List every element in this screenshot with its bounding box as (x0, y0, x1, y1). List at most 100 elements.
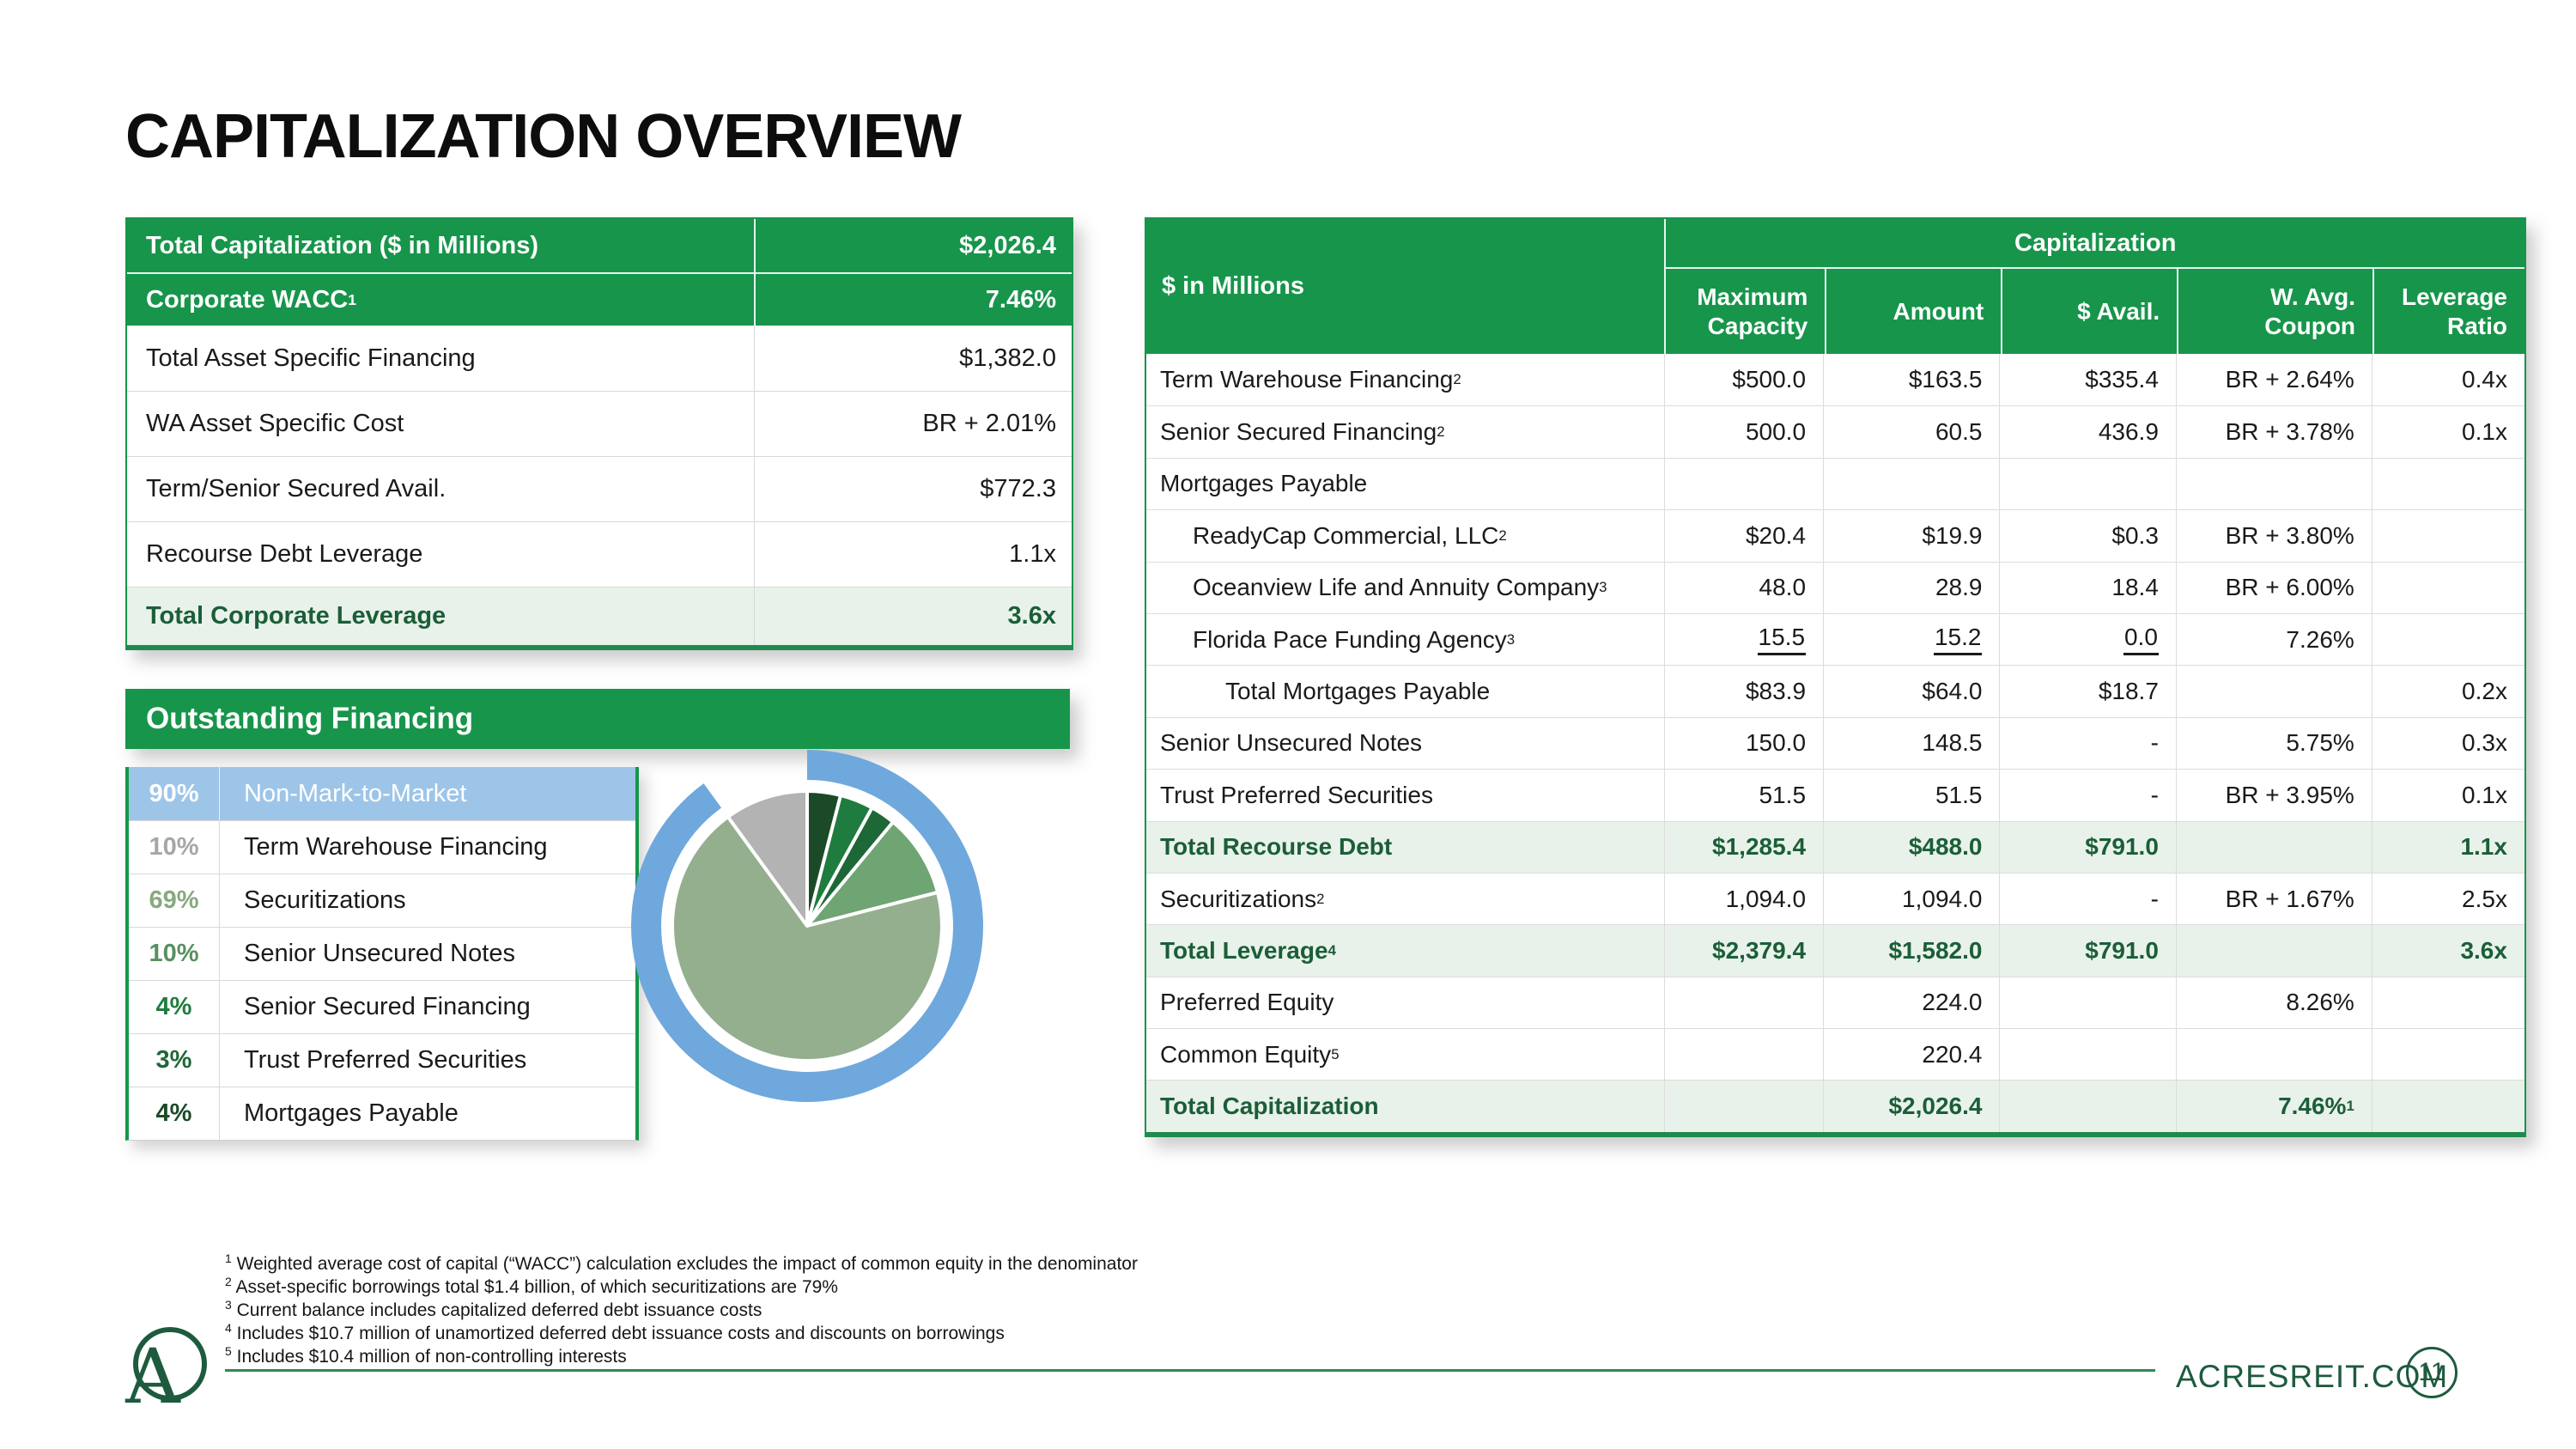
row-value: BR + 3.78% (2176, 406, 2372, 457)
row-value (1823, 459, 1999, 509)
footnote: 5 Includes $10.4 million of non-controll… (225, 1345, 1138, 1368)
row-value: 2.5x (2372, 874, 2524, 924)
row-label: Mortgages Payable (1146, 459, 1664, 509)
table-row: Senior Unsecured Notes150.0148.5-5.75%0.… (1146, 717, 2524, 769)
legend-pct: 90% (129, 767, 220, 820)
row-value: $488.0 (1823, 822, 1999, 873)
row-value: 7.46% 1 (2176, 1081, 2372, 1131)
row-value (2176, 1029, 2372, 1080)
legend-label: Mortgages Payable (220, 1087, 635, 1140)
row-value: 8.26% (2176, 977, 2372, 1028)
row-value: 0.1x (2372, 406, 2524, 457)
row-value (2176, 666, 2372, 716)
summary-row-value: $2,026.4 (754, 219, 1072, 272)
row-value: - (1999, 874, 2175, 924)
row-value: 1.1x (2372, 822, 2524, 873)
summary-row-value: 7.46% (754, 274, 1072, 326)
table-row: Total Mortgages Payable$83.9$64.0$18.70.… (1146, 665, 2524, 716)
row-value (2176, 822, 2372, 873)
summary-row: Recourse Debt Leverage1.1x (127, 521, 1072, 587)
legend-label: Non-Mark-to-Market (220, 767, 635, 820)
column-header-w-avg-coupon: W. Avg. Coupon (2177, 269, 2372, 354)
row-value (1664, 459, 1823, 509)
underlined-value: 15.5 (1758, 624, 1807, 655)
footnote: 2 Asset-specific borrowings total $1.4 b… (225, 1275, 1138, 1299)
row-value: 51.5 (1664, 770, 1823, 820)
row-value: $20.4 (1664, 510, 1823, 561)
legend-label: Securitizations (220, 874, 635, 927)
table-row: Total Leverage 4$2,379.4$1,582.0$791.03.… (1146, 924, 2524, 976)
row-label: Senior Secured Financing 2 (1146, 406, 1664, 457)
row-value (2372, 1081, 2524, 1131)
row-value: BR + 6.00% (2176, 563, 2372, 613)
row-value: $18.7 (1999, 666, 2175, 716)
underlined-value: 0.0 (2123, 624, 2159, 655)
row-value: 48.0 (1664, 563, 1823, 613)
legend-pct: 69% (129, 874, 220, 927)
table-row: Senior Secured Financing 2500.060.5436.9… (1146, 405, 2524, 457)
summary-row: Total Corporate Leverage3.6x (127, 587, 1072, 645)
row-value: BR + 1.67% (2176, 874, 2372, 924)
row-label: Total Leverage 4 (1146, 925, 1664, 976)
financing-pie (621, 740, 993, 1112)
table-row: Mortgages Payable (1146, 458, 2524, 509)
row-value: $2,026.4 (1823, 1081, 1999, 1131)
row-value: $791.0 (1999, 822, 2175, 873)
row-value (1664, 977, 1823, 1028)
summary-row: Total Capitalization ($ in Millions)$2,0… (127, 219, 1072, 272)
row-label: Preferred Equity (1146, 977, 1664, 1028)
summary-row-value: 3.6x (754, 588, 1072, 645)
footnote: 1 Weighted average cost of capital (“WAC… (225, 1252, 1138, 1275)
summary-row-label: Total Asset Specific Financing (127, 326, 754, 391)
row-value: $83.9 (1664, 666, 1823, 716)
row-value: $64.0 (1823, 666, 1999, 716)
row-value (2372, 614, 2524, 665)
row-value: 1,094.0 (1664, 874, 1823, 924)
row-value: - (1999, 770, 2175, 820)
summary-row-label: Total Capitalization ($ in Millions) (127, 219, 754, 272)
table-row: Oceanview Life and Annuity Company 348.0… (1146, 562, 2524, 613)
row-value: $0.3 (1999, 510, 2175, 561)
legend-row: 10%Senior Unsecured Notes (129, 927, 635, 980)
row-value (1999, 977, 2175, 1028)
legend-row: 4%Mortgages Payable (129, 1087, 635, 1140)
summary-row-label: WA Asset Specific Cost (127, 392, 754, 456)
row-value: 28.9 (1823, 563, 1999, 613)
row-value: 3.6x (2372, 925, 2524, 976)
table-row: Florida Pace Funding Agency 315.515.20.0… (1146, 613, 2524, 665)
row-value: 150.0 (1664, 718, 1823, 769)
row-value: $791.0 (1999, 925, 2175, 976)
row-value (2372, 563, 2524, 613)
summary-row-label: Corporate WACC 1 (127, 274, 754, 326)
row-value: $19.9 (1823, 510, 1999, 561)
footnote-number: 4 (225, 1321, 232, 1335)
row-label: Senior Unsecured Notes (1146, 718, 1664, 769)
row-value (1664, 1081, 1823, 1131)
column-header-amount: Amount (1825, 269, 2001, 354)
row-label: Total Mortgages Payable (1146, 666, 1664, 716)
summary-row: WA Asset Specific CostBR + 2.01% (127, 391, 1072, 456)
column-header-avail: $ Avail. (2001, 269, 2177, 354)
summary-row-label: Total Corporate Leverage (127, 588, 754, 645)
row-value: 436.9 (1999, 406, 2175, 457)
cap-table-body: Term Warehouse Financing 2$500.0$163.5$3… (1146, 354, 2524, 1132)
summary-row-value: 1.1x (754, 522, 1072, 587)
row-value: 18.4 (1999, 563, 2175, 613)
legend-row: 10%Term Warehouse Financing (129, 820, 635, 874)
row-label: Securitizations 2 (1146, 874, 1664, 924)
footnotes: 1 Weighted average cost of capital (“WAC… (225, 1252, 1138, 1368)
row-value: 15.5 (1664, 614, 1823, 665)
column-header-leverage-ratio: Leverage Ratio (2372, 269, 2524, 354)
footnote-number: 3 (225, 1298, 232, 1312)
legend-label: Trust Preferred Securities (220, 1034, 635, 1087)
row-value (1999, 1029, 2175, 1080)
row-value (2372, 459, 2524, 509)
row-value: 60.5 (1823, 406, 1999, 457)
row-label: ReadyCap Commercial, LLC 2 (1146, 510, 1664, 561)
page-number-badge: 11 (2406, 1347, 2458, 1398)
row-value: $163.5 (1823, 354, 1999, 405)
row-value: 0.1x (2372, 770, 2524, 820)
capitalization-table: $ in Millions Capitalization Maximum Cap… (1145, 217, 2526, 1137)
row-value: 224.0 (1823, 977, 1999, 1028)
summary-row-value: $772.3 (754, 457, 1072, 521)
